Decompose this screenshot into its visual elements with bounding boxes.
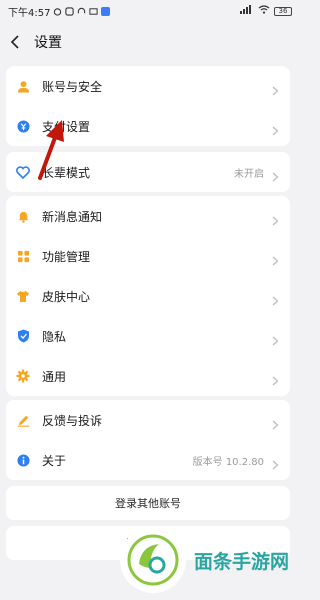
chevron-right-icon xyxy=(272,167,280,182)
settings-item-feedback[interactable]: 反馈与投诉 xyxy=(6,400,290,440)
elder-mode-status: 未开启 xyxy=(234,168,264,180)
chevron-right-icon xyxy=(272,331,280,346)
chevron-right-icon xyxy=(272,121,280,136)
app-notification-icon xyxy=(101,6,111,16)
battery-indicator: 36 xyxy=(274,6,292,16)
settings-item-label: 关于 xyxy=(42,453,67,468)
chevron-right-icon xyxy=(272,371,280,386)
info-icon xyxy=(16,453,30,467)
settings-item-label: 皮肤中心 xyxy=(42,289,91,304)
status-bar: 下午4:57 36 xyxy=(0,0,300,22)
settings-item-feature-management[interactable]: 功能管理 xyxy=(6,236,290,276)
chevron-right-icon xyxy=(272,415,280,430)
settings-item-notifications[interactable]: 新消息通知 xyxy=(6,196,290,236)
elder-mode-card: 长辈模式 未开启 xyxy=(6,152,290,192)
grid-icon xyxy=(16,249,30,263)
watermark-logo-icon xyxy=(120,527,186,593)
settings-item-label: 通用 xyxy=(42,369,67,384)
watermark-text: 面条手游网 xyxy=(194,550,290,573)
about-card: 反馈与投诉 关于 版本号 10.2.80 xyxy=(6,400,290,480)
back-arrow-icon[interactable] xyxy=(10,35,24,49)
version-text: 版本号 10.2.80 xyxy=(192,456,264,468)
settings-item-general[interactable]: 通用 xyxy=(6,356,290,396)
settings-item-about[interactable]: 关于 版本号 10.2.80 xyxy=(6,440,290,480)
signal-icon xyxy=(240,5,254,17)
settings-item-label: 长辈模式 xyxy=(42,165,91,180)
settings-item-label: 隐私 xyxy=(42,329,67,344)
page-title: 设置 xyxy=(34,35,62,51)
login-other-account-button[interactable]: 登录其他账号 xyxy=(6,486,290,520)
settings-item-label: 反馈与投诉 xyxy=(42,413,103,428)
status-time: 下午4:57 xyxy=(8,7,51,19)
settings-item-label: 新消息通知 xyxy=(42,209,103,224)
chevron-right-icon xyxy=(272,211,280,226)
payment-icon xyxy=(16,119,30,133)
pencil-icon xyxy=(16,413,30,427)
login-other-card: 登录其他账号 xyxy=(6,486,290,520)
chevron-right-icon xyxy=(272,291,280,306)
chevron-right-icon xyxy=(272,251,280,266)
heart-icon xyxy=(16,165,30,179)
settings-item-payment[interactable]: 支付设置 xyxy=(6,106,290,146)
headset-icon xyxy=(77,7,86,16)
bell-icon xyxy=(16,209,30,223)
settings-item-skin-center[interactable]: 皮肤中心 xyxy=(6,276,290,316)
settings-item-label: 功能管理 xyxy=(42,249,91,264)
header: 设置 xyxy=(0,28,300,56)
settings-item-privacy[interactable]: 隐私 xyxy=(6,316,290,356)
settings-item-label: 账号与安全 xyxy=(42,79,103,94)
shirt-icon xyxy=(16,289,30,303)
site-watermark: 面条手游网 xyxy=(120,520,300,600)
general-card: 新消息通知 功能管理 皮肤中心 隐私 通用 xyxy=(6,196,290,396)
gear-icon xyxy=(16,369,30,383)
account-card: 账号与安全 支付设置 xyxy=(6,66,290,146)
wifi-icon xyxy=(258,5,270,17)
settings-item-elder-mode[interactable]: 长辈模式 未开启 xyxy=(6,152,290,192)
mail-icon xyxy=(89,7,99,16)
shield-icon xyxy=(16,329,30,343)
notification-icon xyxy=(65,6,75,16)
alarm-icon xyxy=(53,7,62,16)
settings-item-label: 支付设置 xyxy=(42,119,91,134)
chevron-right-icon xyxy=(272,81,280,96)
chevron-right-icon xyxy=(272,455,280,470)
settings-item-account-security[interactable]: 账号与安全 xyxy=(6,66,290,106)
person-icon xyxy=(16,79,30,93)
